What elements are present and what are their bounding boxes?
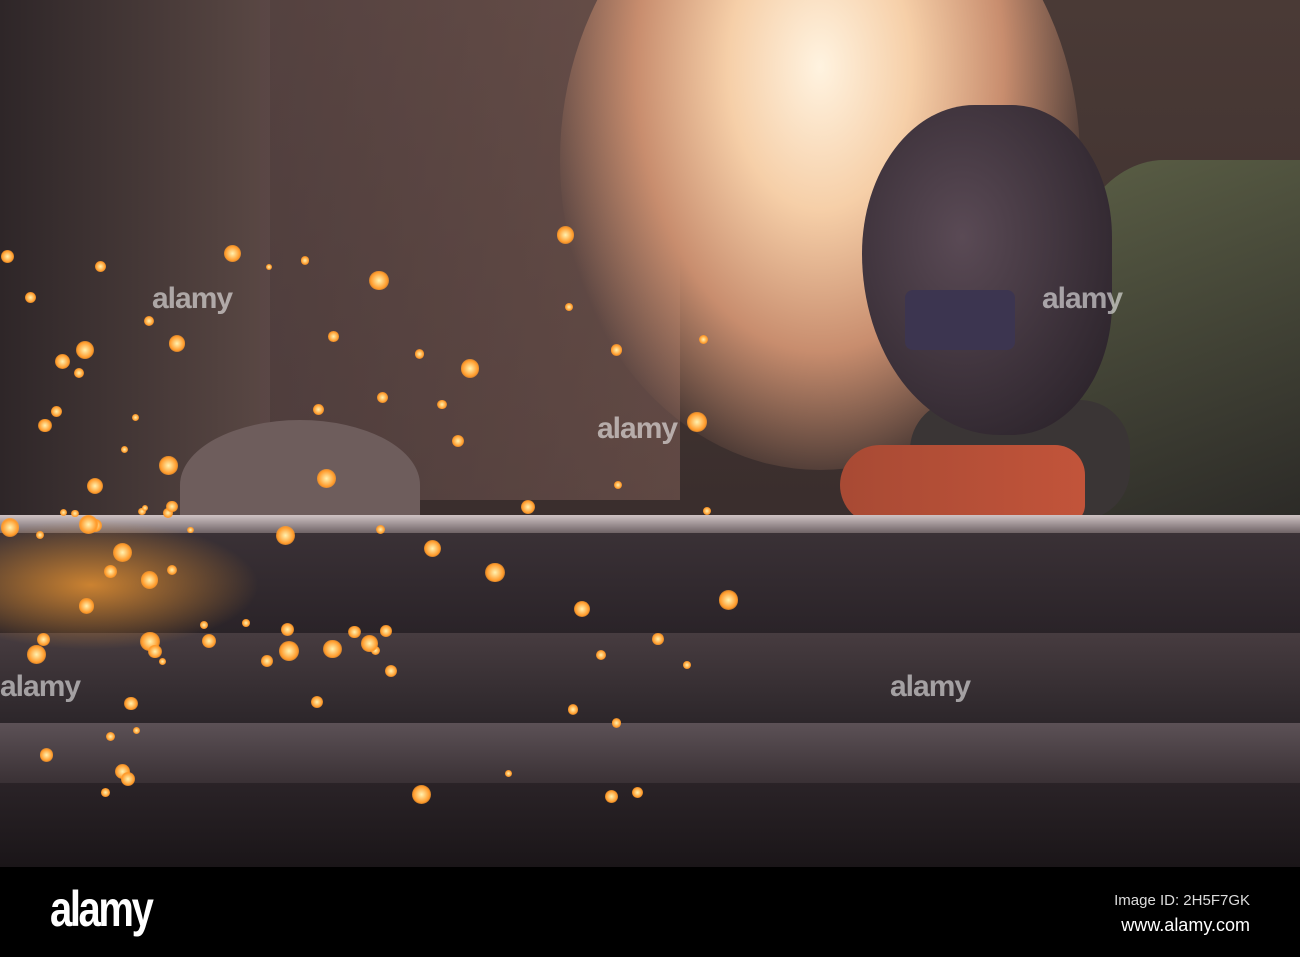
spark [328, 331, 339, 342]
spark [1, 249, 14, 263]
spark [140, 571, 159, 589]
watermark: alamy [0, 670, 81, 703]
spark [0, 518, 20, 537]
spark [316, 468, 336, 488]
site-url: www.alamy.com [1121, 915, 1250, 935]
spark [38, 418, 52, 432]
spark [25, 291, 37, 303]
spark [158, 658, 166, 666]
spark [168, 335, 186, 352]
helmet-visor [905, 290, 1015, 350]
spark [166, 501, 178, 513]
welding-glove [840, 445, 1085, 525]
spark [27, 645, 46, 664]
spark [521, 500, 536, 515]
spark [36, 632, 50, 646]
spark [78, 597, 95, 614]
steel-beam [0, 723, 1300, 783]
spark [94, 260, 106, 272]
sparks-cluster [0, 520, 260, 650]
spark [375, 524, 386, 534]
alamy-logo: alamy [50, 881, 154, 937]
spark [611, 718, 621, 728]
spark [59, 508, 67, 516]
spark [74, 367, 85, 378]
spark [86, 477, 103, 494]
spark [279, 640, 299, 661]
spark [242, 619, 250, 627]
spark [300, 256, 309, 265]
spark [652, 633, 664, 645]
watermark: alamy [890, 670, 971, 703]
spark [568, 704, 579, 715]
steel-beam [0, 783, 1300, 867]
footer-bar [0, 867, 1300, 957]
spark [437, 399, 447, 409]
spark [380, 625, 392, 637]
spark [312, 404, 324, 416]
spark [718, 590, 739, 610]
spark [610, 344, 623, 356]
spark [687, 412, 707, 432]
image-id: Image ID: 2H5F7GK [1114, 892, 1250, 909]
spark [100, 787, 110, 797]
spark [265, 263, 273, 270]
spark [556, 225, 575, 244]
spark [50, 405, 62, 417]
spark [376, 391, 388, 404]
welder-photo: alamy alamy alamy alamy alamy [0, 0, 1300, 867]
spark [505, 770, 513, 777]
spark [79, 515, 98, 534]
spark [159, 456, 178, 475]
spark [595, 649, 606, 660]
spark [36, 530, 45, 539]
spark [682, 661, 691, 669]
spark [361, 635, 378, 652]
watermark: alamy [152, 282, 233, 315]
spark [323, 640, 342, 659]
spark [105, 731, 115, 742]
spark [71, 509, 79, 518]
watermark: alamy [597, 412, 678, 445]
spark [485, 563, 505, 583]
spark [187, 526, 194, 533]
spark [124, 697, 138, 711]
spark [261, 654, 274, 667]
spark [348, 625, 361, 639]
spark [424, 539, 442, 557]
spark [75, 340, 94, 359]
spark [574, 600, 591, 617]
stock-photo-frame: alamy alamy alamy alamy alamy alamy Imag… [0, 0, 1300, 957]
spark [703, 507, 712, 516]
spark [39, 747, 54, 762]
watermark: alamy [1042, 282, 1123, 315]
spark [148, 644, 162, 659]
spark [564, 302, 573, 311]
spark [605, 790, 619, 804]
spark [460, 359, 480, 378]
spark [54, 353, 70, 370]
